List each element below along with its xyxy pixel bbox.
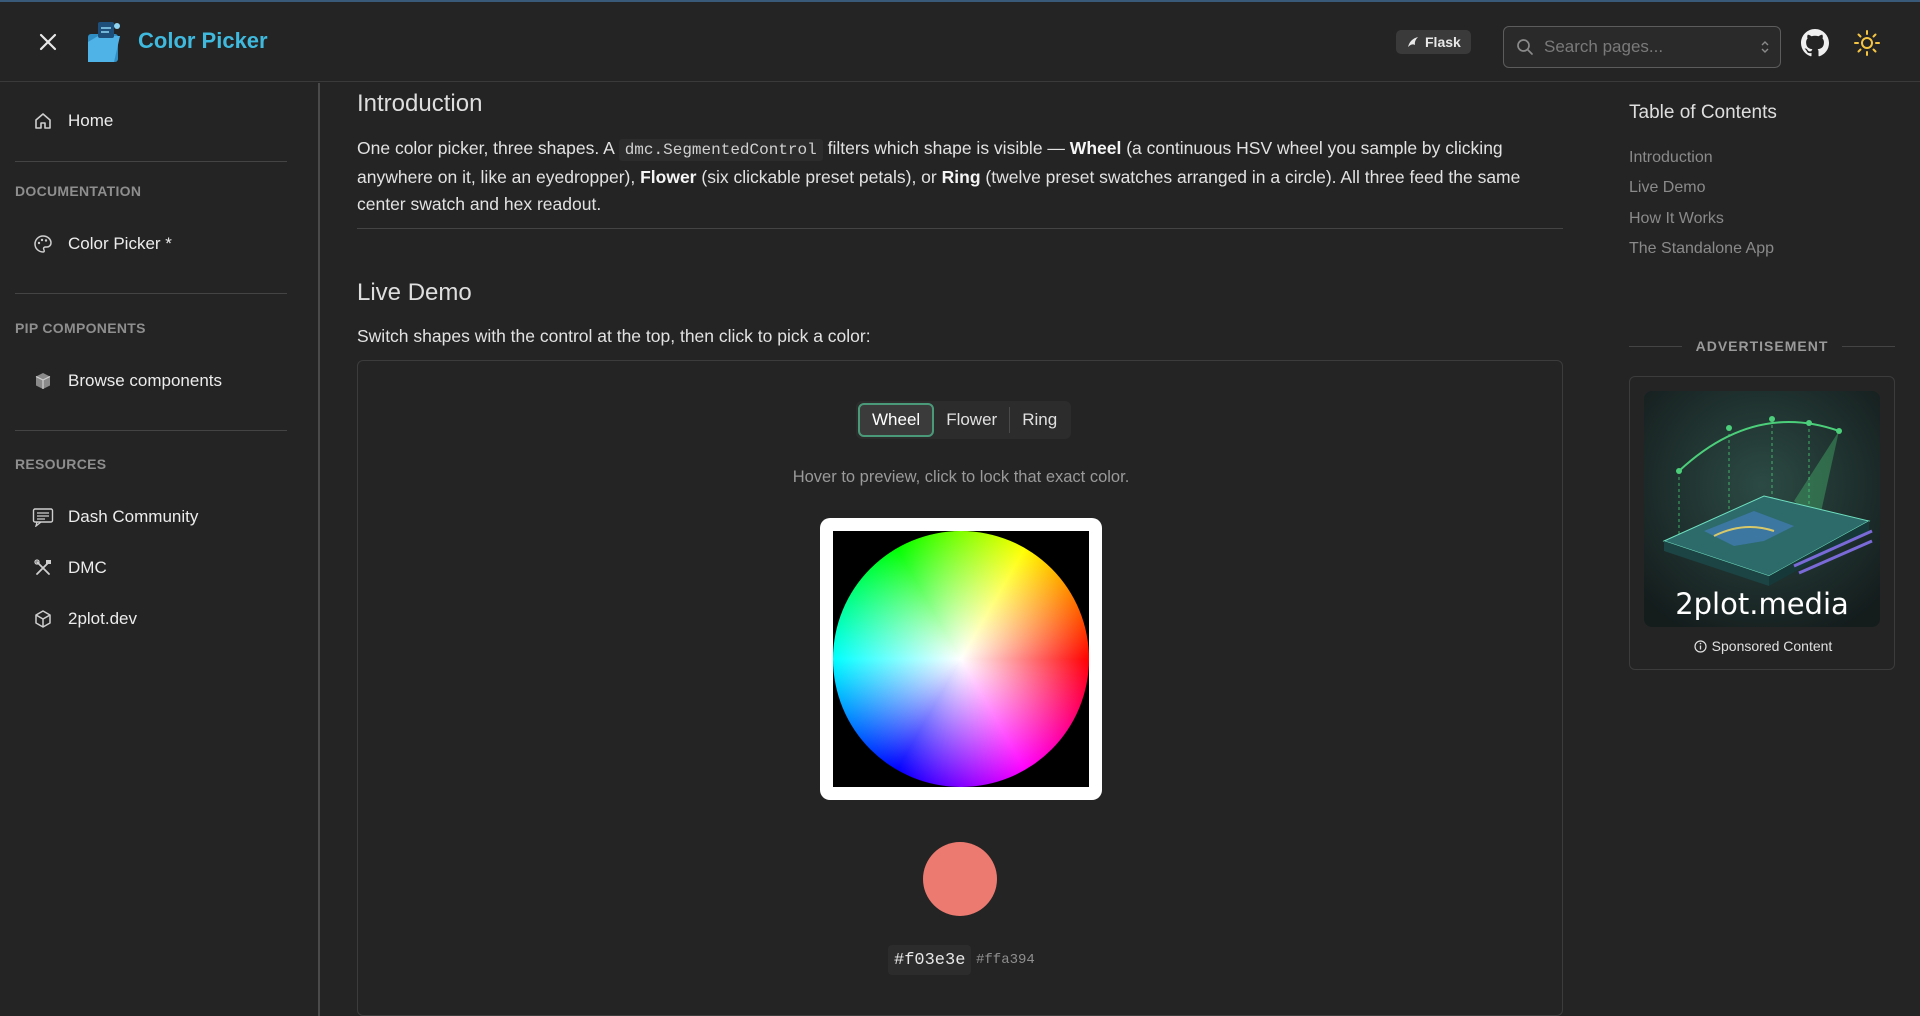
inline-code: dmc.SegmentedControl [618, 139, 823, 161]
github-icon [1801, 29, 1829, 57]
ad-card[interactable]: 2plot.media Sponsored Content [1629, 376, 1895, 670]
sidebar-section-pip-components: PIP COMPONENTS [15, 320, 146, 336]
app-logo-icon[interactable] [84, 20, 124, 64]
sidebar-section-documentation: DOCUMENTATION [15, 183, 142, 199]
home-icon [32, 110, 54, 132]
theme-toggle-button[interactable] [1852, 28, 1882, 58]
search-input[interactable] [1544, 37, 1744, 57]
github-link[interactable] [1801, 29, 1829, 57]
ad-brand-text: 2plot.media [1675, 587, 1849, 621]
selected-hex-readout: #f03e3e [888, 945, 972, 975]
live-demo-heading: Live Demo [357, 279, 472, 306]
sidebar-section-resources: RESOURCES [15, 456, 107, 472]
framework-badge: Flask [1396, 30, 1471, 54]
selected-color-swatch [923, 842, 997, 916]
chat-icon [32, 506, 54, 528]
sidebar-item-browse-components[interactable]: Browse components [32, 365, 222, 397]
sidebar-item-label: 2plot.dev [68, 609, 137, 628]
header: Color Picker Flask [0, 2, 1920, 82]
package-icon [32, 370, 54, 392]
main-content: Introduction One color picker, three sha… [357, 83, 1565, 1016]
toc-link-standalone-app[interactable]: The Standalone App [1629, 240, 1774, 258]
intro-paragraph: One color picker, three shapes. A dmc.Se… [357, 138, 1521, 214]
framework-badge-label: Flask [1425, 34, 1461, 50]
demo-hint: Hover to preview, click to lock that exa… [792, 468, 1130, 486]
live-demo-description: Switch shapes with the control at the to… [357, 326, 871, 346]
cube-icon [32, 608, 54, 630]
sponsored-content-label: Sponsored Content [1630, 638, 1896, 654]
sun-icon [1854, 30, 1880, 56]
hover-hex-readout: #ffa394 [976, 952, 1035, 968]
sidebar-item-2plot-dev[interactable]: 2plot.dev [32, 603, 137, 635]
sidebar-divider [15, 293, 287, 294]
chevron-updown-icon [1761, 41, 1769, 53]
toc-title: Table of Contents [1629, 102, 1777, 123]
section-divider [357, 228, 1563, 229]
sidebar-item-label: Color Picker * [68, 234, 172, 253]
demo-container: Wheel Flower Ring Hover to preview, clic… [357, 360, 1563, 1016]
intro-heading: Introduction [357, 90, 483, 117]
sidebar-item-label: Browse components [68, 371, 223, 390]
search-icon [1517, 39, 1533, 55]
sidebar: Home DOCUMENTATION Color Picker * PIP CO… [0, 83, 320, 1016]
color-wheel-frame [820, 518, 1102, 800]
info-icon [1694, 639, 1707, 653]
sidebar-divider [15, 430, 287, 431]
sidebar-divider [15, 161, 287, 162]
toc-link-live-demo[interactable]: Live Demo [1629, 179, 1705, 197]
sidebar-item-dmc[interactable]: DMC [32, 552, 107, 584]
color-wheel-canvas [833, 531, 1089, 787]
close-sidebar-button[interactable] [34, 28, 62, 56]
tools-icon [32, 557, 54, 579]
segment-ring[interactable]: Ring [1010, 403, 1069, 437]
segment-flower[interactable]: Flower [934, 403, 1009, 437]
sidebar-item-home[interactable]: Home [32, 105, 113, 137]
flask-icon [1408, 37, 1418, 47]
shape-segmented-control[interactable]: Wheel Flower Ring [856, 401, 1072, 439]
sidebar-item-color-picker[interactable]: Color Picker * [32, 228, 172, 260]
sidebar-item-label: Home [68, 111, 114, 130]
sidebar-item-label: DMC [68, 558, 107, 577]
close-icon [39, 33, 57, 51]
toc-link-how-it-works[interactable]: How It Works [1629, 210, 1724, 228]
hsv-color-wheel[interactable] [833, 531, 1089, 787]
sidebar-item-dash-community[interactable]: Dash Community [32, 501, 198, 533]
palette-icon [32, 233, 54, 255]
advertisement-label: ADVERTISEMENT [1629, 336, 1896, 356]
segment-wheel[interactable]: Wheel [858, 403, 935, 437]
ad-image[interactable]: 2plot.media [1644, 391, 1880, 627]
app-title[interactable]: Color Picker [138, 28, 268, 54]
search-box[interactable] [1503, 26, 1781, 68]
sidebar-item-label: Dash Community [68, 507, 199, 526]
toc-link-introduction[interactable]: Introduction [1629, 149, 1713, 167]
